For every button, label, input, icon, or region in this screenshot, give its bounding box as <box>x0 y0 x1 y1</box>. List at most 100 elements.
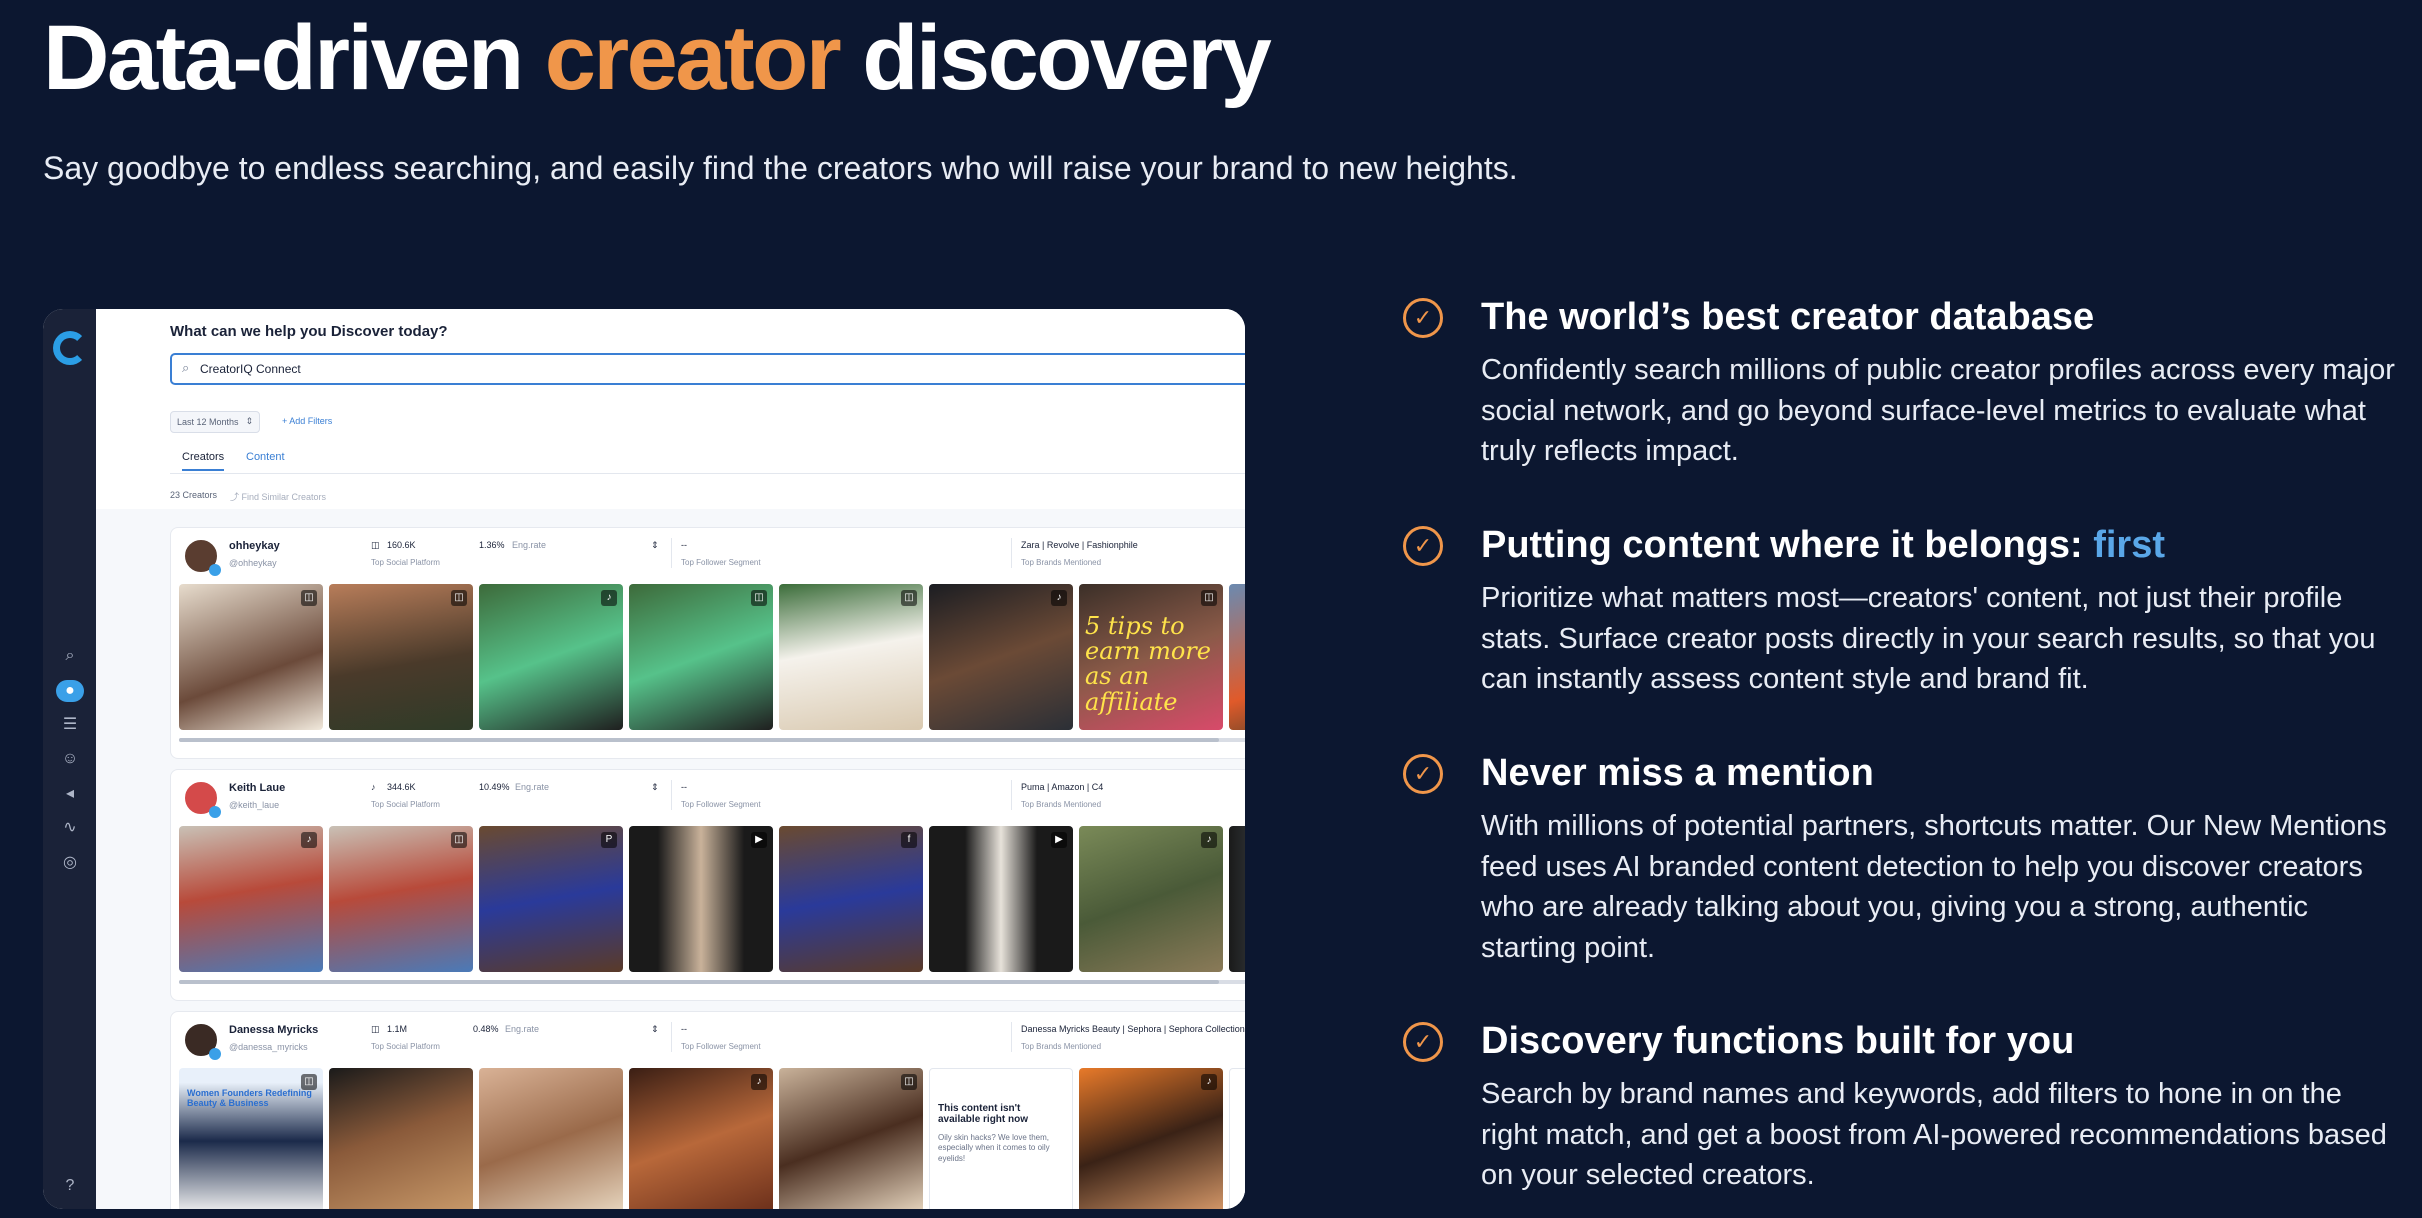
content-thumbnails: ♪ ◫ P ▶ f ▶ ♪ <box>179 826 1245 972</box>
creator-name[interactable]: Keith Laue <box>229 782 285 794</box>
search-icon: ⌕ <box>182 360 190 375</box>
date-filter-select[interactable]: Last 12 Months ⇕ <box>170 411 260 433</box>
help-icon[interactable]: ? <box>57 1175 83 1197</box>
post-thumbnail[interactable]: ◫ 5 tips to earn more as an affiliate <box>1079 584 1223 730</box>
post-thumbnail[interactable]: ◫ <box>329 584 473 730</box>
post-thumbnail[interactable]: ♪ <box>629 1068 773 1209</box>
feature-title: Putting content where it belongs: first <box>1481 524 2165 567</box>
hero-title-post: discovery <box>839 7 1272 109</box>
tiktok-icon: ♪ <box>1201 832 1217 848</box>
hero-title: Data-driven creator discovery <box>43 6 1272 112</box>
post-thumbnail[interactable] <box>479 1068 623 1209</box>
creator-card[interactable]: Danessa Myricks @danessa_myricks ◫ 1.1M … <box>170 1011 1245 1209</box>
follower-count: 344.6K <box>387 782 416 792</box>
post-thumbnail[interactable]: ▶ <box>629 826 773 972</box>
creator-card[interactable]: ohheykay @ohheykay ◫ 160.6K Top Social P… <box>170 527 1245 759</box>
chevron-updown-icon: ⇕ <box>245 416 253 426</box>
instagram-icon: ◫ <box>751 590 767 606</box>
megaphone-icon[interactable]: ◂ <box>57 783 83 805</box>
content-thumbnails: ◫ ◫ ♪ ◫ ◫ ♪ ◫ 5 tips to earn more as an … <box>179 584 1245 730</box>
creator-card[interactable]: Keith Laue @keith_laue ♪ 344.6K Top Soci… <box>170 769 1245 1001</box>
brands-mentioned: Danessa Myricks Beauty | Sephora | Sepho… <box>1021 1024 1245 1034</box>
pinterest-icon: P <box>601 832 617 848</box>
tab-creators[interactable]: Creators <box>182 451 225 471</box>
post-thumbnail[interactable]: ◫ <box>179 584 323 730</box>
engagement-rate: 1.36% <box>479 540 505 550</box>
verified-icon <box>209 1048 221 1060</box>
feature-body: With millions of potential partners, sho… <box>1481 810 2387 964</box>
discover-question: What can we help you Discover today? <box>170 323 448 340</box>
instagram-icon: ◫ <box>371 1024 380 1034</box>
follower-segment: -- <box>681 782 687 792</box>
sort-icon[interactable]: ⇕ <box>651 1024 659 1035</box>
horizontal-scrollbar[interactable] <box>179 980 1245 984</box>
segment-label: Top Follower Segment <box>681 1042 761 1051</box>
creator-name[interactable]: ohheykay <box>229 540 280 552</box>
engagement-label: Eng.rate <box>512 540 547 550</box>
find-similar-button[interactable]: ⤴ Find Similar Creators <box>230 490 326 503</box>
date-filter-label: Last 12 Months <box>177 417 239 427</box>
tab-content[interactable]: Content <box>246 451 285 469</box>
horizontal-scrollbar[interactable] <box>179 738 1245 742</box>
post-thumbnail[interactable]: ♪ <box>1079 826 1223 972</box>
hero-subtitle: Say goodbye to endless searching, and ea… <box>43 150 1518 186</box>
instagram-icon: ◫ <box>371 540 380 550</box>
post-thumbnail[interactable]: ▶ <box>929 826 1073 972</box>
post-thumbnail[interactable] <box>1229 826 1245 972</box>
post-thumbnail[interactable]: ◫ <box>629 584 773 730</box>
hero-title-pre: Data-driven <box>43 7 545 109</box>
discover-icon[interactable]: ● <box>56 680 84 702</box>
scrollbar-thumb[interactable] <box>179 738 1219 742</box>
feature-title: Discovery functions built for you <box>1481 1020 2075 1062</box>
hero-title-accent: creator <box>544 7 842 109</box>
divider <box>671 1022 672 1052</box>
post-thumbnail[interactable]: f <box>779 826 923 972</box>
post-thumbnail[interactable] <box>1229 584 1245 730</box>
feature-title: The world’s best creator database <box>1481 296 2095 338</box>
post-thumbnail[interactable]: ♪ <box>929 584 1073 730</box>
divider <box>1011 1022 1012 1052</box>
post-thumbnail[interactable]: P <box>479 826 623 972</box>
creator-handle: @ohheykay <box>229 558 277 568</box>
post-thumbnail[interactable]: ◫ <box>779 584 923 730</box>
post-thumbnail[interactable]: ◫ <box>329 826 473 972</box>
post-thumbnail[interactable] <box>329 1068 473 1209</box>
post-thumbnail[interactable]: ♪ <box>479 584 623 730</box>
check-icon: ✓ <box>1403 298 1443 338</box>
post-thumbnail[interactable]: ♪ <box>179 826 323 972</box>
brands-label: Top Brands Mentioned <box>1021 800 1102 809</box>
scrollbar-thumb[interactable] <box>179 980 1219 984</box>
check-icon: ✓ <box>1403 526 1443 566</box>
results-count: 23 Creators <box>170 490 218 500</box>
segment-label: Top Follower Segment <box>681 558 761 567</box>
tiktok-icon: ♪ <box>371 782 376 792</box>
creator-handle: @keith_laue <box>229 800 280 810</box>
list-icon[interactable]: ☰ <box>57 714 83 736</box>
sort-icon[interactable]: ⇕ <box>651 540 659 551</box>
youtube-icon: ▶ <box>751 832 767 848</box>
post-thumbnail[interactable]: ◫ <box>779 1068 923 1209</box>
search-icon[interactable]: ⌕ <box>57 645 83 667</box>
analytics-icon[interactable]: ∿ <box>57 817 83 839</box>
segment-label: Top Follower Segment <box>681 800 761 809</box>
verified-icon <box>209 564 221 576</box>
post-unavailable[interactable] <box>1229 1068 1245 1209</box>
facebook-icon: f <box>901 832 917 848</box>
sort-icon[interactable]: ⇕ <box>651 782 659 793</box>
content-thumbnails: ◫ Women Founders Redefining Beauty & Bus… <box>179 1068 1245 1209</box>
feature-body: Confidently search millions of public cr… <box>1481 354 2395 467</box>
add-filters-button[interactable]: + Add Filters <box>282 416 332 426</box>
search-input[interactable] <box>200 359 1100 379</box>
check-icon: ✓ <box>1403 754 1443 794</box>
globe-icon[interactable]: ◎ <box>57 852 83 874</box>
users-icon[interactable]: ☺ <box>57 748 83 770</box>
feature-body: Prioritize what matters most—creators' c… <box>1481 582 2376 695</box>
engagement-label: Eng.rate <box>515 782 550 792</box>
feature-item: ✓ The world’s best creator database Conf… <box>1403 296 2403 476</box>
post-unavailable[interactable]: This content isn't available right now O… <box>929 1068 1073 1209</box>
post-thumbnail[interactable]: ♪ <box>1079 1068 1223 1209</box>
post-thumbnail[interactable]: ◫ Women Founders Redefining Beauty & Bus… <box>179 1068 323 1209</box>
follower-count: 160.6K <box>387 540 416 550</box>
creator-name[interactable]: Danessa Myricks <box>229 1024 318 1036</box>
search-box[interactable]: ⌕ <box>170 353 1245 385</box>
